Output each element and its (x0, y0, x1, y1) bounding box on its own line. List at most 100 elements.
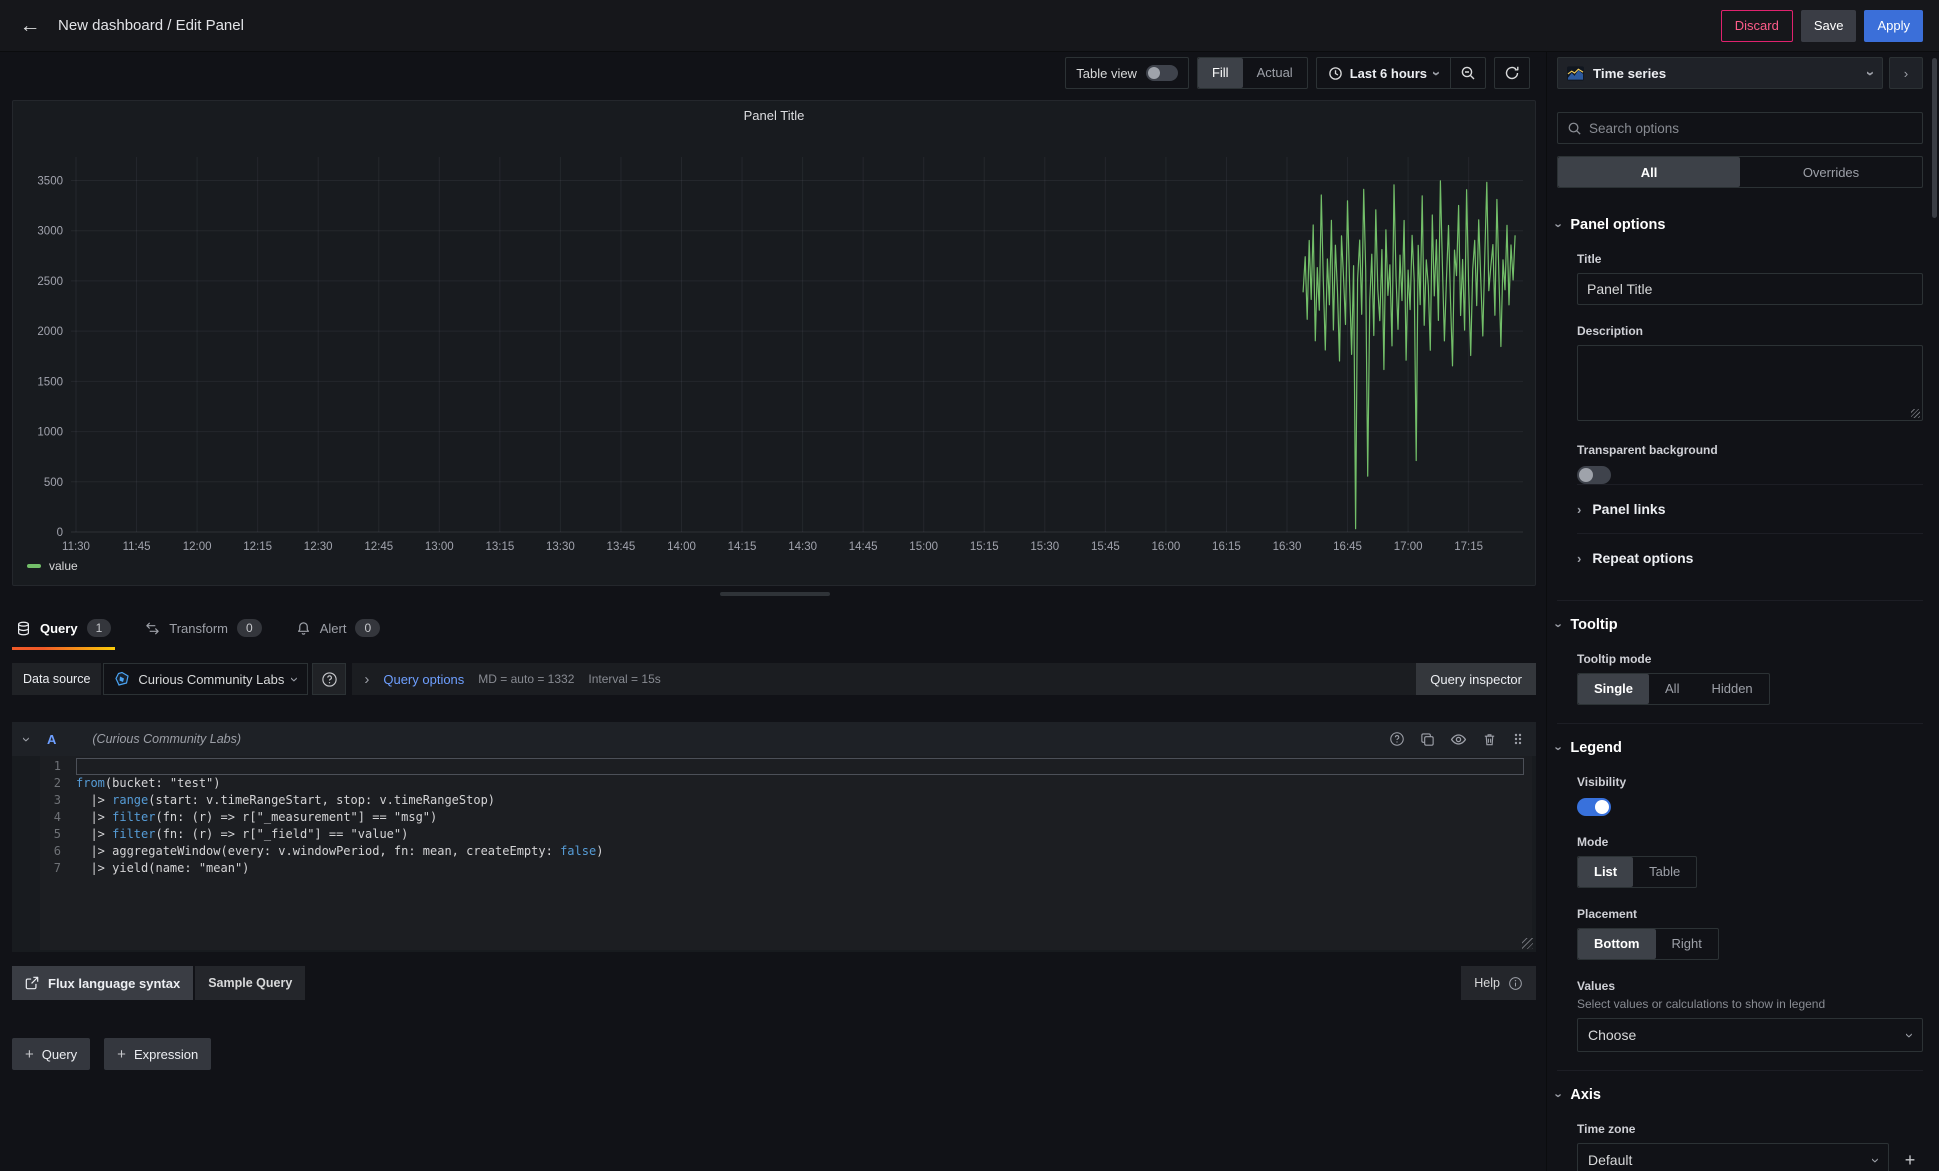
zoom-out-button[interactable] (1451, 58, 1485, 88)
tooltip-mode-hidden[interactable]: Hidden (1695, 674, 1768, 704)
line-number: 5 (40, 826, 76, 843)
flux-code-editor[interactable]: 12from(bucket: "test")3 |> range(start: … (40, 756, 1532, 950)
actual-option[interactable]: Actual (1243, 58, 1307, 88)
tooltip-header[interactable]: › Tooltip (1557, 617, 1923, 633)
visualization-picker[interactable]: Time series › (1557, 57, 1883, 89)
series-name: value (49, 559, 78, 573)
datasource-help-button[interactable] (312, 663, 346, 695)
legend-placement-right[interactable]: Right (1656, 929, 1718, 959)
search-icon (1567, 121, 1582, 136)
datasource-label: Data source (12, 663, 101, 695)
svg-text:12:45: 12:45 (364, 541, 393, 553)
options-search-input[interactable] (1589, 121, 1913, 136)
svg-text:16:00: 16:00 (1152, 541, 1181, 553)
legend-values-value: Choose (1588, 1027, 1636, 1043)
refresh-icon (1504, 65, 1520, 81)
panel-links-section[interactable]: › Panel links (1577, 484, 1923, 533)
svg-text:14:15: 14:15 (728, 541, 757, 553)
back-button[interactable]: ← (16, 14, 44, 38)
drag-handle-icon[interactable] (1512, 732, 1524, 746)
apply-button[interactable]: Apply (1864, 10, 1923, 42)
query-options-link[interactable]: Query options (383, 672, 464, 687)
table-view-toggle[interactable] (1146, 65, 1178, 81)
legend-mode-group: List Table (1577, 856, 1697, 888)
editor-resize-handle[interactable] (1522, 938, 1533, 949)
code-line[interactable]: 2from(bucket: "test") (40, 775, 1532, 792)
legend-visibility-toggle[interactable] (1577, 798, 1611, 816)
code-line[interactable]: 7 |> yield(name: "mean") (40, 860, 1532, 877)
hide-response-icon[interactable] (1450, 731, 1467, 748)
legend-item[interactable]: value (27, 559, 78, 573)
save-button[interactable]: Save (1801, 10, 1857, 42)
svg-text:1500: 1500 (37, 376, 63, 388)
svg-text:14:45: 14:45 (849, 541, 878, 553)
chevron-down-icon: › (1553, 1093, 1566, 1097)
sample-query-button[interactable]: Sample Query (195, 966, 305, 1000)
database-icon (16, 621, 31, 636)
duplicate-query-icon[interactable] (1420, 732, 1435, 747)
time-range-picker[interactable]: Last 6 hours › (1317, 66, 1450, 81)
sidebar-scrollbar[interactable] (1932, 58, 1937, 218)
repeat-options-section[interactable]: › Repeat options (1577, 533, 1923, 582)
time-series-chart[interactable]: 050010001500200025003000350011:3011:4512… (13, 135, 1535, 555)
remove-query-icon[interactable] (1482, 732, 1497, 747)
help-button[interactable]: Help (1461, 966, 1536, 1000)
code-line[interactable]: 5 |> filter(fn: (r) => r["_field"] == "v… (40, 826, 1532, 843)
code-line[interactable]: 4 |> filter(fn: (r) => r["_measurement"]… (40, 809, 1532, 826)
code-line[interactable]: 1 (40, 758, 1532, 775)
legend-header[interactable]: › Legend (1557, 740, 1923, 756)
info-circle-icon (1508, 976, 1523, 991)
legend-placement-label: Placement (1577, 907, 1923, 921)
legend-mode-table[interactable]: Table (1633, 857, 1696, 887)
datasource-picker[interactable]: Curious Community Labs › (103, 663, 308, 695)
collapse-options-pane-button[interactable]: › (1889, 57, 1923, 89)
panel-options-header[interactable]: › Panel options (1557, 217, 1923, 233)
add-expression-button[interactable]: + Expression (104, 1038, 211, 1070)
refresh-button[interactable] (1495, 58, 1529, 88)
query-help-icon[interactable] (1389, 731, 1405, 747)
query-editor-header[interactable]: › A (Curious Community Labs) (12, 722, 1536, 756)
svg-text:13:45: 13:45 (607, 541, 636, 553)
add-query-button[interactable]: + Query (12, 1038, 90, 1070)
svg-text:1000: 1000 (37, 427, 63, 439)
legend-mode-list[interactable]: List (1578, 857, 1633, 887)
legend-values-select[interactable]: Choose › (1577, 1018, 1923, 1052)
options-filter-tabs: All Overrides (1557, 156, 1923, 188)
tooltip-mode-all[interactable]: All (1649, 674, 1695, 704)
code-line[interactable]: 3 |> range(start: v.timeRangeStart, stop… (40, 792, 1532, 809)
transparent-bg-toggle[interactable] (1577, 466, 1611, 484)
edit-panel-header: ← New dashboard / Edit Panel Discard Sav… (0, 0, 1939, 52)
code-text: |> filter(fn: (r) => r["_measurement"] =… (76, 809, 1532, 826)
axis-header[interactable]: › Axis (1557, 1087, 1923, 1103)
options-search[interactable] (1557, 112, 1923, 144)
time-range-group: Last 6 hours › (1316, 57, 1486, 89)
tab-overrides[interactable]: Overrides (1740, 157, 1922, 187)
refresh-group (1494, 57, 1530, 89)
chevron-down-icon: › (287, 677, 302, 682)
panel-title-input[interactable] (1577, 273, 1923, 305)
description-textarea[interactable] (1577, 345, 1923, 421)
add-timezone-button[interactable]: + (1897, 1147, 1923, 1171)
tab-query[interactable]: Query 1 (12, 606, 115, 650)
query-inspector-button[interactable]: Query inspector (1416, 663, 1536, 695)
discard-button[interactable]: Discard (1721, 10, 1793, 42)
tooltip-mode-single[interactable]: Single (1578, 674, 1649, 704)
timezone-select[interactable]: Default › (1577, 1143, 1889, 1171)
tab-alert[interactable]: Alert 0 (292, 606, 384, 650)
legend-mode-label: Mode (1577, 835, 1923, 849)
legend-title: Legend (1570, 740, 1622, 756)
fill-option[interactable]: Fill (1198, 58, 1243, 88)
datasource-row: Data source Curious Community Labs › › Q… (12, 662, 1536, 696)
pane-resize-handle[interactable] (720, 592, 830, 596)
chevron-down-icon: › (1902, 1033, 1917, 1038)
tab-transform[interactable]: Transform 0 (141, 606, 265, 650)
line-number: 3 (40, 792, 76, 809)
flux-syntax-button[interactable]: Flux language syntax (12, 966, 193, 1000)
plus-icon: + (117, 1046, 126, 1063)
code-line[interactable]: 6 |> aggregateWindow(every: v.windowPeri… (40, 843, 1532, 860)
legend-placement-bottom[interactable]: Bottom (1578, 929, 1656, 959)
zoom-out-icon (1460, 65, 1476, 81)
collapse-query-icon[interactable]: › (19, 737, 34, 742)
tab-all-options[interactable]: All (1558, 157, 1740, 187)
section-axis: › Axis Time zone Default › + Placement A… (1557, 1070, 1923, 1171)
